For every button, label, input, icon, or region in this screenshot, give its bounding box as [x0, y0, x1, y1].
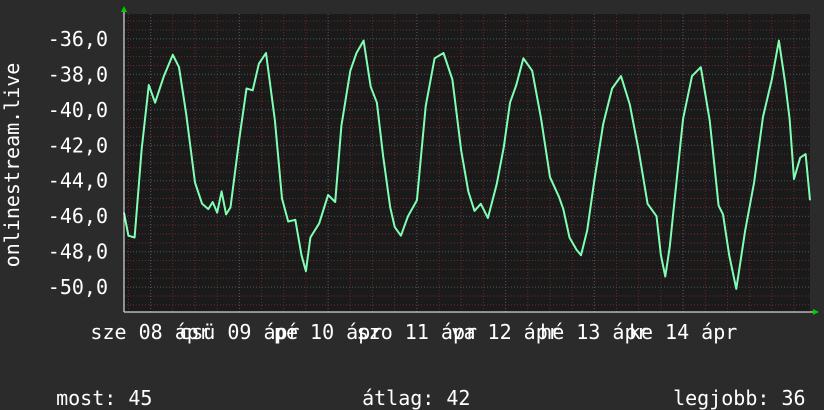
stat-current-label: most: [56, 386, 117, 410]
x-axis-arrow-icon [813, 309, 819, 315]
stat-current-value: 45 [128, 386, 153, 410]
stat-best-label: legjobb: [673, 386, 770, 410]
x-tick-labels: sze 08 áprcsü 09 áprpé 10 áprszo 11 áprv… [90, 320, 737, 344]
y-axis-label: onlinestream.live [0, 63, 24, 268]
stat-best-value: 36 [781, 386, 806, 410]
y-tick-label: -40,0 [48, 98, 108, 122]
y-tick-label: -46,0 [48, 204, 108, 228]
stat-average-label: átlag: [362, 386, 435, 410]
y-tick-label: -48,0 [48, 240, 108, 264]
y-tick-label: -50,0 [48, 275, 108, 299]
x-tick-label: ke 14 ápr [629, 320, 737, 344]
stat-average: átlag: 42 [338, 362, 470, 410]
stat-average-value: 42 [446, 386, 471, 410]
chart: -36,0 -38,0 -40,0 -42,0 -44,0 -46,0 -48,0 -50,0… [0, 6, 819, 344]
stat-current: most: 45 [32, 362, 152, 410]
y-tick-labels: -36,0 -38,0 -40,0 -42,0 -44,0 -46,0 -48,0 -50,0 [48, 27, 108, 299]
stat-best: legjobb: 36 [649, 362, 806, 410]
y-tick-label: -38,0 [48, 62, 108, 86]
y-tick-label: -44,0 [48, 169, 108, 193]
y-tick-label: -42,0 [48, 133, 108, 157]
y-tick-label: -36,0 [48, 27, 108, 51]
y-axis-arrow-icon [121, 6, 127, 12]
